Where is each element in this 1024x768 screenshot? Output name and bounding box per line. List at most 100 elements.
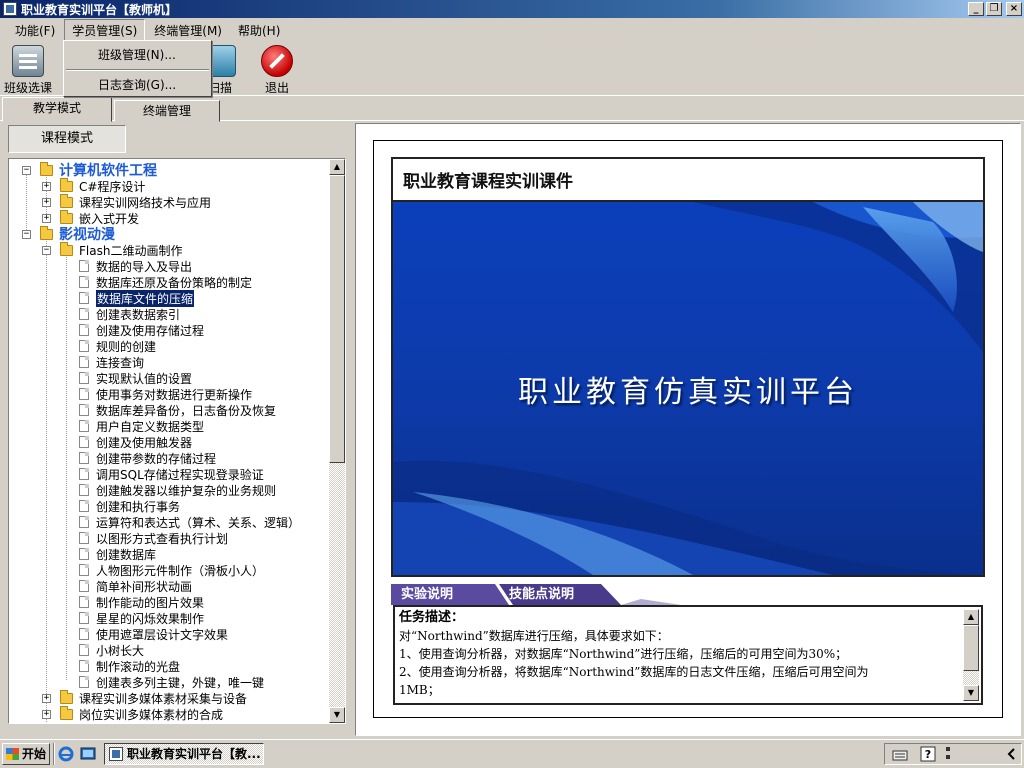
exit-icon — [261, 45, 293, 77]
scroll-up-button[interactable]: ▲ — [963, 609, 979, 625]
tree-node-csharp[interactable]: + C#程序设计 — [42, 177, 145, 194]
scroll-thumb[interactable] — [963, 625, 979, 671]
tree-leaf-item[interactable]: 使用遮罩层设计文字效果 — [79, 626, 228, 642]
tree-leaf-item[interactable]: 用户自定义数据类型 — [79, 418, 204, 434]
tree-leaf-item[interactable]: 创建带参数的存储过程 — [79, 450, 216, 466]
collapse-icon[interactable]: − — [42, 245, 51, 255]
collapse-icon[interactable]: − — [22, 165, 31, 175]
menu-function[interactable]: 功能(F) — [8, 20, 62, 41]
scroll-up-button[interactable]: ▲ — [329, 159, 345, 175]
tree-leaf-item[interactable]: 创建表数据索引 — [79, 306, 180, 322]
tree-leaf-item[interactable]: 创建及使用存储过程 — [79, 322, 204, 338]
collapse-icon[interactable]: − — [22, 229, 31, 239]
tree-leaf-label: 以图形方式查看执行计划 — [96, 531, 229, 546]
task-line: 1、使用查询分析器，对数据库“Northwind”进行压缩，压缩后的可用空间为3… — [399, 647, 848, 661]
document-icon — [79, 628, 89, 640]
menu-student-management[interactable]: 学员管理(S) — [64, 18, 146, 42]
expand-icon[interactable]: + — [42, 197, 51, 207]
expand-icon[interactable]: + — [42, 213, 51, 223]
tree-node-multimedia-capture[interactable]: + 课程实训多媒体素材采集与设备 — [42, 689, 247, 706]
tree-leaf-item[interactable]: 创建及使用触发器 — [79, 434, 192, 450]
tree-leaf-item[interactable]: 人物图形元件制作（滑板小人） — [79, 562, 264, 578]
class-select-button[interactable]: 班级选课 — [2, 45, 54, 95]
tray-expand-icon[interactable] — [1004, 745, 1020, 763]
tree-leaf-item[interactable]: 制作能动的图片效果 — [79, 594, 204, 610]
tree-leaf-label: 使用遮罩层设计文字效果 — [96, 627, 229, 642]
tree-leaf-item[interactable]: 制作滚动的光盘 — [79, 658, 180, 674]
tree-node-multimedia-compose[interactable]: + 岗位实训多媒体素材的合成 — [42, 705, 223, 722]
document-icon — [79, 452, 89, 464]
tree-root-film-animation[interactable]: − 影视动漫 — [22, 225, 115, 243]
folder-icon — [40, 161, 53, 176]
tree-scrollbar[interactable]: ▲ ▼ — [329, 159, 345, 723]
task-heading: 任务描述： — [399, 610, 465, 625]
app-icon — [3, 2, 17, 16]
tree-leaf-item[interactable]: 连接查询 — [79, 354, 144, 370]
tab-terminal-management[interactable]: 终端管理 — [114, 100, 220, 122]
close-button[interactable]: × — [1006, 2, 1022, 16]
expand-icon[interactable]: + — [42, 693, 51, 703]
tree-leaf-label: 创建和执行事务 — [96, 499, 181, 514]
menu-terminal-management[interactable]: 终端管理(M) — [147, 20, 229, 41]
tree-node-flash[interactable]: − Flash二维动画制作 — [42, 241, 182, 258]
expand-icon[interactable]: + — [42, 181, 51, 191]
document-icon — [79, 516, 89, 528]
restore-button[interactable]: ❐ — [986, 2, 1002, 16]
tree-leaf-item[interactable]: 创建数据库 — [79, 546, 156, 562]
folder-icon — [60, 193, 73, 208]
document-icon — [79, 356, 89, 368]
tree-leaf-label: 数据库差异备份，日志备份及恢复 — [96, 403, 277, 418]
tree-leaf-item[interactable]: 调用SQL存储过程实现登录验证 — [79, 466, 264, 482]
tree-leaf-label-selected: 数据库文件的压缩 — [96, 289, 195, 307]
tree-leaf-item[interactable]: 以图形方式查看执行计划 — [79, 530, 228, 546]
tab-skill-description[interactable]: 技能点说明 — [499, 584, 574, 605]
tree-leaf-label: 用户自定义数据类型 — [96, 419, 205, 434]
tree-leaf-item[interactable]: 使用事务对数据进行更新操作 — [79, 386, 252, 402]
expand-icon[interactable]: + — [42, 709, 51, 719]
scroll-thumb[interactable] — [329, 175, 345, 463]
exit-button[interactable]: 退出 — [258, 45, 296, 95]
tree-leaf-item[interactable]: 数据库还原及备份策略的制定 — [79, 274, 252, 290]
tree-root-computer-software[interactable]: − 计算机软件工程 — [22, 161, 157, 179]
tree-leaf-item[interactable]: 实现默认值的设置 — [79, 370, 192, 386]
menu-bar: 功能(F) 学员管理(S) 终端管理(M) 帮助(H) — [0, 18, 1024, 42]
tab-experiment-description[interactable]: 实验说明 — [391, 584, 453, 605]
tree-leaf-item[interactable]: 数据库文件的压缩 — [79, 289, 195, 307]
scroll-down-button[interactable]: ▼ — [329, 707, 345, 723]
tree-leaf-item[interactable]: 星星的闪烁效果制作 — [79, 610, 204, 626]
folder-icon — [60, 177, 73, 192]
tree-leaf-item[interactable]: 创建表多列主键，外键，唯一键 — [79, 674, 264, 690]
tree-leaf-item[interactable]: 数据库差异备份，日志备份及恢复 — [79, 402, 276, 418]
tree-node-network[interactable]: + 课程实训网络技术与应用 — [42, 193, 211, 210]
start-button[interactable]: 开始 — [2, 743, 50, 765]
menu-item-class-management[interactable]: 班级管理(N)... — [64, 44, 211, 66]
document-icon — [79, 308, 89, 320]
tab-teaching-mode[interactable]: 教学模式 — [2, 97, 112, 122]
tree-leaf-item[interactable]: 简单补间形状动画 — [79, 578, 192, 594]
document-icon — [79, 372, 89, 384]
tree-leaf-item[interactable]: 规则的创建 — [79, 338, 156, 354]
document-icon — [79, 660, 89, 672]
task-line: 对“Northwind”数据库进行压缩，具体要求如下： — [399, 629, 669, 643]
tree-leaf-label: 创建及使用存储过程 — [96, 323, 205, 338]
document-icon — [79, 324, 89, 336]
keyboard-icon[interactable] — [892, 745, 908, 763]
help-icon[interactable]: ? — [920, 745, 936, 763]
network-icon[interactable] — [942, 745, 958, 763]
taskbar-app-button[interactable]: 职业教育实训平台【教... — [104, 743, 264, 765]
course-mode-button[interactable]: 课程模式 — [8, 125, 126, 153]
tree-leaf-item[interactable]: 创建触发器以维护复杂的业务规则 — [79, 482, 276, 498]
menu-item-log-query[interactable]: 日志查询(G)... — [64, 74, 211, 96]
tree-leaf-item[interactable]: 数据的导入及导出 — [79, 258, 192, 274]
task-scrollbar[interactable]: ▲ ▼ — [963, 609, 979, 701]
tree-leaf-item[interactable]: 创建和执行事务 — [79, 498, 180, 514]
ie-icon[interactable] — [58, 746, 74, 762]
tree-leaf-item[interactable]: 运算符和表达式（算术、关系、逻辑） — [79, 514, 300, 530]
tree-leaf-label: 数据的导入及导出 — [96, 259, 193, 274]
minimize-button[interactable]: _ — [968, 2, 984, 16]
desktop-icon[interactable] — [80, 746, 96, 762]
tree-leaf-item[interactable]: 小树长大 — [79, 642, 144, 658]
menu-help[interactable]: 帮助(H) — [231, 20, 287, 41]
scroll-down-button[interactable]: ▼ — [963, 685, 979, 701]
courseware-viewer: 职业教育课程实训课件 职业教育仿真实训平台 — [391, 157, 985, 577]
